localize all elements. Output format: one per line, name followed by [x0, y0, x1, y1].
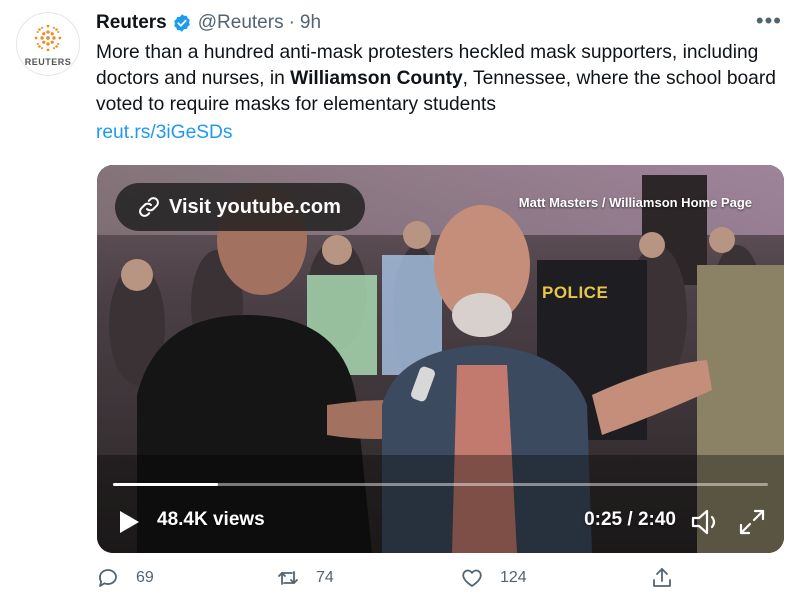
- tweet-link[interactable]: reut.rs/3iGeSDs: [96, 122, 233, 144]
- visit-youtube-button[interactable]: Visit youtube.com: [115, 183, 365, 231]
- separator: ·: [288, 12, 295, 33]
- reply-button[interactable]: 69: [96, 566, 154, 590]
- reply-count: 69: [136, 569, 154, 586]
- like-icon: [462, 569, 482, 587]
- share-button[interactable]: [650, 566, 690, 590]
- video-progress-bar[interactable]: [113, 483, 768, 486]
- tweet-header: Reuters @Reuters · 9h •••: [96, 10, 784, 36]
- tweet-text-bold: Williamson County: [290, 68, 463, 89]
- volume-icon[interactable]: [690, 508, 720, 536]
- avatar[interactable]: REUTERS: [16, 12, 80, 76]
- link-icon: [139, 197, 159, 217]
- reply-icon: [99, 569, 117, 587]
- reuters-logo-icon: [34, 24, 62, 52]
- police-patch-text: POLICE: [542, 283, 609, 302]
- video-progress-fill: [113, 483, 218, 486]
- retweet-button[interactable]: 74: [276, 566, 334, 590]
- like-button[interactable]: 124: [460, 566, 527, 590]
- expand-icon[interactable]: [738, 508, 766, 536]
- play-icon[interactable]: [117, 509, 141, 535]
- view-count: 48.4K views: [157, 509, 265, 530]
- author-handle[interactable]: @Reuters: [198, 12, 284, 34]
- video-credit: Matt Masters / Williamson Home Page: [518, 195, 752, 210]
- tweet-actions: 69 74 124: [96, 566, 696, 598]
- video-timecode: 0:25 / 2:40: [584, 509, 676, 530]
- visit-youtube-label: Visit youtube.com: [169, 195, 341, 218]
- reuters-wordmark: REUTERS: [24, 57, 72, 67]
- more-icon[interactable]: •••: [756, 10, 782, 32]
- retweet-icon: [278, 571, 298, 585]
- video-player[interactable]: POLICE Visit youtube.com Matt Masters / …: [97, 165, 784, 553]
- timestamp[interactable]: 9h: [300, 12, 321, 34]
- retweet-count: 74: [316, 569, 334, 586]
- tweet-text: More than a hundred anti-mask protesters…: [96, 40, 786, 118]
- author-name[interactable]: Reuters: [96, 12, 167, 34]
- share-icon: [653, 568, 671, 587]
- like-count: 124: [500, 569, 527, 586]
- verified-badge-icon: [172, 13, 192, 33]
